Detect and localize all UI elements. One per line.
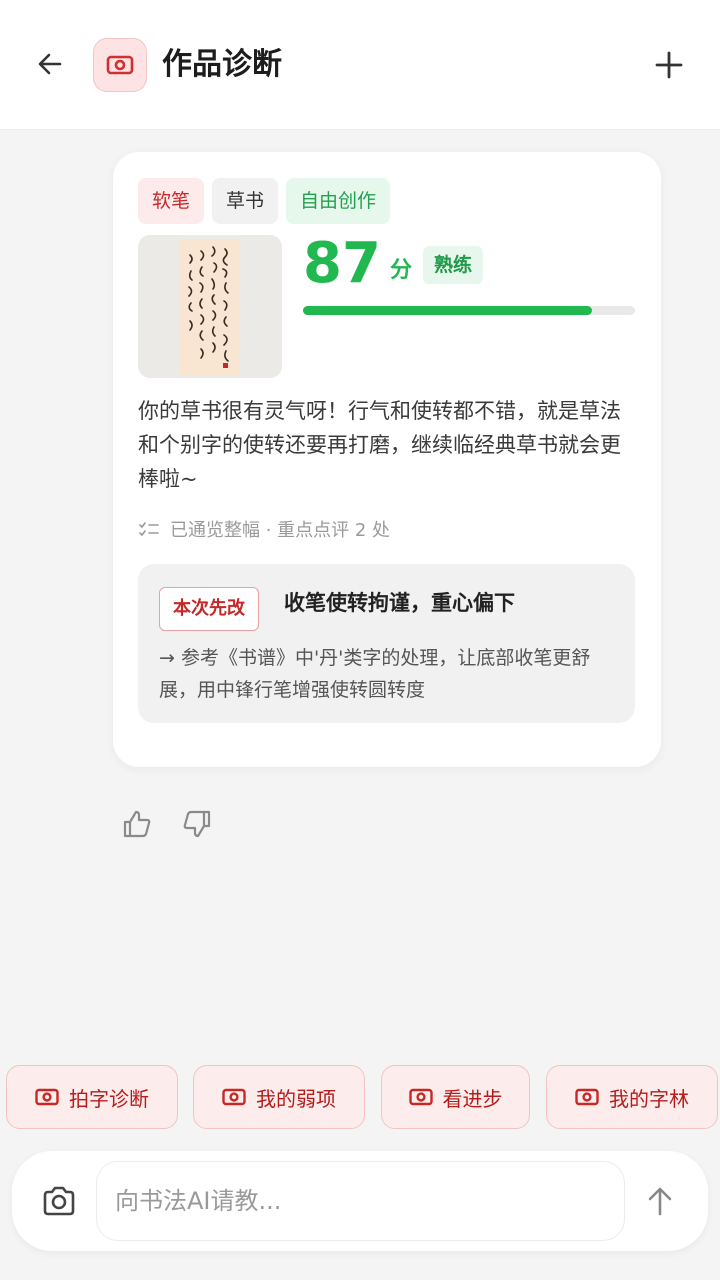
review-meta: 已通览整幅 · 重点点评 2 处 xyxy=(138,516,390,542)
score-progress-bar xyxy=(303,306,635,315)
quick-action-label: 我的字林 xyxy=(609,1086,689,1111)
diagnosis-comment: 你的草书很有灵气呀！行气和使转都不错，就是草法和个别字的使转还要再打磨，继续临经… xyxy=(138,399,621,491)
tag-creation-mode: 自由创作 xyxy=(286,178,391,224)
review-meta-text: 已通览整幅 · 重点点评 2 处 xyxy=(170,520,391,541)
tag-brush: 软笔 xyxy=(138,178,205,224)
camera-badge-icon xyxy=(408,1088,433,1106)
priority-fix-box: 本次先改 收笔使转拘谨，重心偏下 → 参考《书谱》中'丹'类字的处理，让底部收笔… xyxy=(138,564,635,723)
level-badge: 熟练 xyxy=(423,246,484,284)
arrow-left-icon xyxy=(38,53,62,75)
page-title: 作品诊断 xyxy=(162,47,282,82)
quick-action-label: 拍字诊断 xyxy=(69,1086,149,1111)
camera-badge-icon xyxy=(35,1088,59,1106)
quick-action-weak-points[interactable]: 我的弱项 xyxy=(193,1065,365,1129)
priority-fix-title: 收笔使转拘谨，重心偏下 xyxy=(284,591,515,615)
chat-input[interactable]: 向书法AI请教... xyxy=(96,1161,625,1241)
send-button[interactable] xyxy=(640,1181,680,1221)
score-progress-fill xyxy=(303,306,592,315)
camera-badge-icon xyxy=(222,1088,246,1106)
plus-icon xyxy=(655,51,683,79)
arrow-up-icon xyxy=(648,1187,672,1216)
chat-input-bar: 向书法AI请教... xyxy=(12,1151,708,1251)
quick-action-photo-diagnosis[interactable]: 拍字诊断 xyxy=(6,1065,178,1129)
app-badge xyxy=(93,38,147,92)
camera-badge-icon xyxy=(575,1088,599,1106)
calligraphy-scroll-image xyxy=(179,239,239,375)
score-value: 87 xyxy=(303,231,381,296)
score-unit: 分 xyxy=(390,258,413,283)
top-app-bar: 作品诊断 xyxy=(0,0,720,130)
quick-action-label: 我的弱项 xyxy=(256,1086,336,1111)
thumbs-down-icon xyxy=(183,810,211,838)
priority-fix-badge: 本次先改 xyxy=(159,587,259,631)
priority-fix-body: → 参考《书谱》中'丹'类字的处理，让底部收笔更舒展，用中锋行笔增强使转圆转度 xyxy=(159,647,591,701)
tag-script-style: 草书 xyxy=(212,178,279,224)
camera-badge-icon xyxy=(106,55,134,75)
thumbs-up-icon xyxy=(123,810,151,838)
artwork-thumbnail[interactable] xyxy=(138,235,282,378)
diagnosis-card: 软笔 草书 自由创作 87 分 熟练 你的草书很有灵气呀！行气和使转都不错，就是… xyxy=(113,152,661,767)
checklist-icon xyxy=(139,522,159,537)
back-button[interactable] xyxy=(30,44,70,84)
quick-action-character-library[interactable]: 我的字林 xyxy=(546,1065,718,1129)
dislike-button[interactable] xyxy=(181,808,213,840)
quick-action-progress[interactable]: 看进步 xyxy=(381,1065,530,1129)
camera-button[interactable] xyxy=(40,1183,78,1221)
like-button[interactable] xyxy=(121,808,153,840)
tag-list: 软笔 草书 自由创作 xyxy=(138,178,391,224)
add-button[interactable] xyxy=(648,44,690,86)
camera-icon xyxy=(43,1186,75,1216)
quick-action-label: 看进步 xyxy=(442,1086,503,1111)
